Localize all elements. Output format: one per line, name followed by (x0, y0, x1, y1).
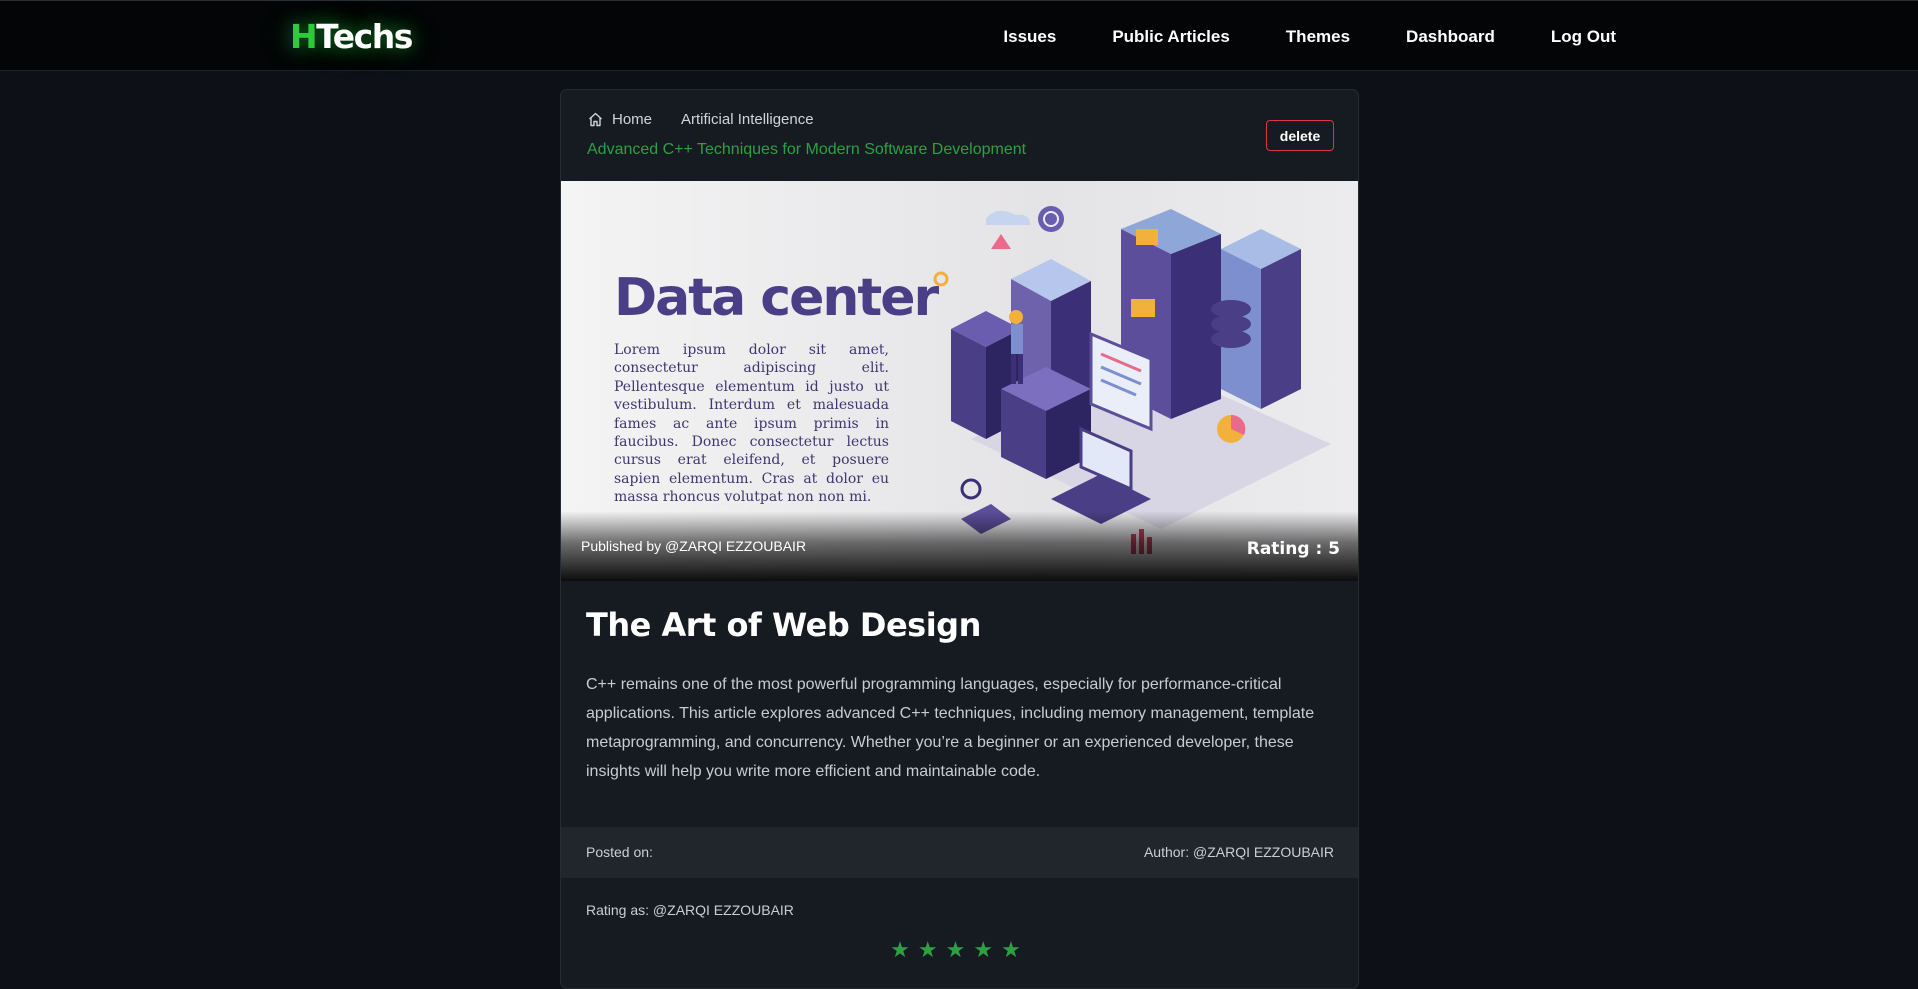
breadcrumb-home[interactable]: Home (612, 111, 652, 128)
rating-overlay: Rating : 5 (1246, 539, 1340, 559)
logo-h: H (290, 16, 318, 56)
nav-links: Issues Public Articles Themes Dashboard … (1003, 1, 1616, 72)
cover-image-text: Lorem ipsum dolor sit amet, consectetur … (614, 342, 889, 506)
logo-text: Techs (316, 16, 413, 56)
cover-image-title: Data center (614, 268, 939, 328)
star-icon[interactable]: ★ (890, 937, 918, 962)
nav-link-issues[interactable]: Issues (1003, 27, 1056, 47)
nav-link-dashboard[interactable]: Dashboard (1406, 27, 1495, 47)
star-icon[interactable]: ★ (973, 937, 1001, 962)
star-icon[interactable]: ★ (1001, 937, 1029, 962)
home-icon[interactable] (587, 111, 604, 128)
article-meta-bar: Posted on: Author: @ZARQI EZZOUBAIR (561, 827, 1358, 878)
nav-link-public-articles[interactable]: Public Articles (1112, 27, 1229, 47)
published-by-label: Published by @ZARQI EZZOUBAIR (581, 538, 807, 554)
article-title: The Art of Web Design (586, 606, 981, 644)
delete-button[interactable]: delete (1266, 120, 1334, 151)
article-body: C++ remains one of the most powerful pro… (586, 676, 1315, 780)
article-card: Home Artificial Intelligence Advanced C+… (560, 89, 1359, 989)
star-icon[interactable]: ★ (946, 937, 974, 962)
star-icon[interactable]: ★ (918, 937, 946, 962)
nav-link-themes[interactable]: Themes (1286, 27, 1350, 47)
site-logo[interactable]: H Techs (290, 15, 413, 57)
rating-as-label: Rating as: @ZARQI EZZOUBAIR (586, 902, 794, 918)
breadcrumb: Home Artificial Intelligence (587, 111, 814, 128)
top-navbar: H Techs Issues Public Articles Themes Das… (0, 0, 1918, 71)
nav-link-log-out[interactable]: Log Out (1551, 27, 1616, 47)
breadcrumb-category[interactable]: Artificial Intelligence (681, 111, 814, 128)
posted-on-label: Posted on: (586, 844, 653, 860)
star-rating: ★★★★★ (561, 937, 1358, 963)
author-label: Author: @ZARQI EZZOUBAIR (1143, 844, 1334, 860)
card-header: Home Artificial Intelligence Advanced C+… (561, 90, 1358, 181)
article-cover-image: Data center Lorem ipsum dolor sit amet, … (561, 181, 1358, 581)
breadcrumb-current: Advanced C++ Techniques for Modern Softw… (587, 141, 1027, 158)
